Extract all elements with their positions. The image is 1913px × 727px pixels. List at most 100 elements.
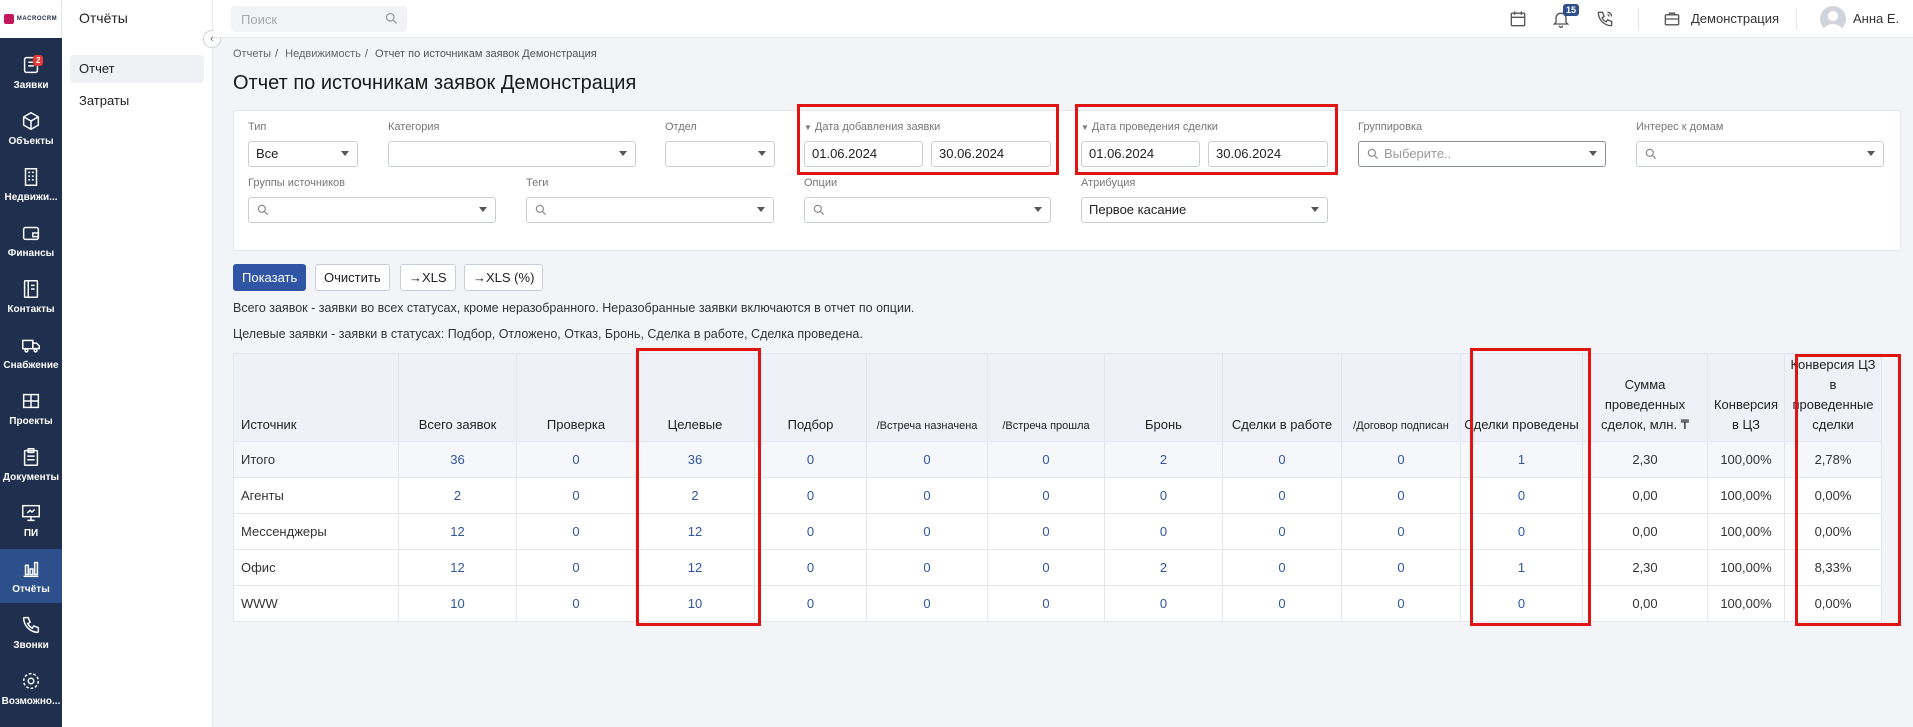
export-xls-button[interactable]: →XLS	[400, 264, 456, 291]
value-cell[interactable]: 2	[398, 477, 517, 514]
value-cell[interactable]: 0	[754, 513, 867, 550]
value-cell[interactable]: 0	[987, 549, 1105, 586]
rail-item-supply[interactable]: Снабжение	[0, 325, 62, 379]
col-meeting-done[interactable]: /Встреча прошла	[987, 353, 1105, 442]
value-cell[interactable]: 0	[866, 585, 988, 622]
company-selector[interactable]: Демонстрация	[1691, 11, 1779, 26]
value-cell[interactable]: 0	[754, 585, 867, 622]
value-cell[interactable]: 0	[754, 441, 867, 478]
rail-item-contacts[interactable]: Контакты	[0, 269, 62, 323]
options-select[interactable]	[804, 197, 1051, 223]
col-conversion-target[interactable]: Конверсия в ЦЗ	[1707, 353, 1785, 442]
value-cell[interactable]: 0	[866, 549, 988, 586]
subnav-item-costs[interactable]: Затраты	[70, 87, 204, 115]
value-cell: 100,00%	[1707, 549, 1785, 586]
rail-item-realty[interactable]: Недвижи...	[0, 157, 62, 211]
interest-select[interactable]	[1636, 141, 1884, 167]
col-contract-signed[interactable]: /Договор подписан	[1341, 353, 1461, 442]
category-select[interactable]	[388, 141, 636, 167]
rail-item-requests[interactable]: 2 Заявки	[0, 45, 62, 99]
col-total[interactable]: Всего заявок	[398, 353, 517, 442]
telephony-button[interactable]	[1595, 9, 1615, 29]
rail-item-finance[interactable]: Финансы	[0, 213, 62, 267]
rail-item-documents[interactable]: Документы	[0, 437, 62, 491]
type-select[interactable]: Все	[248, 141, 358, 167]
filter-label: Тип	[248, 121, 267, 133]
value-cell[interactable]: 0	[516, 477, 636, 514]
tags-select[interactable]	[526, 197, 774, 223]
table-row: Мессенджеры 12 0 12 0 0 0 0 0 0 0 0,00 100,00% 0,00%	[233, 513, 1882, 550]
value-cell[interactable]: 0	[516, 441, 636, 478]
rail-label: Заявки	[13, 79, 49, 91]
value-cell[interactable]: 0	[516, 513, 636, 550]
show-button[interactable]: Показать	[233, 264, 307, 291]
rail-item-objects[interactable]: Объекты	[0, 101, 62, 155]
rail-label: Снабжение	[3, 359, 59, 371]
value-cell[interactable]: 0	[987, 585, 1105, 622]
notifications-button[interactable]: 15	[1551, 4, 1580, 29]
department-select[interactable]	[665, 141, 775, 167]
source-groups-select[interactable]	[248, 197, 496, 223]
clear-button[interactable]: Очистить	[315, 264, 390, 291]
value-cell[interactable]: 0	[516, 549, 636, 586]
rail-item-pi[interactable]: ПИ	[0, 493, 62, 547]
value-cell[interactable]: 0	[866, 477, 988, 514]
value-cell[interactable]: 0	[1341, 585, 1461, 622]
value-cell[interactable]: 12	[398, 549, 517, 586]
user-name[interactable]: Анна Е.	[1853, 11, 1899, 26]
col-source[interactable]: Источник	[233, 353, 399, 442]
chart-icon	[23, 561, 39, 577]
value-cell[interactable]: 0	[866, 513, 988, 550]
col-check[interactable]: Проверка	[516, 353, 636, 442]
filter-tags: Теги	[526, 177, 548, 191]
calendar-button[interactable]	[1508, 9, 1528, 29]
value-cell[interactable]: 0	[987, 513, 1105, 550]
col-deals-in-progress[interactable]: Сделки в работе	[1222, 353, 1342, 442]
value-cell[interactable]: 0	[1222, 441, 1342, 478]
breadcrumb-item[interactable]: Недвижимость	[285, 48, 361, 60]
value-cell[interactable]: 0	[866, 441, 988, 478]
value-cell[interactable]: 0	[987, 477, 1105, 514]
value-cell[interactable]: 0	[1104, 585, 1223, 622]
divider	[1638, 8, 1639, 30]
value-cell[interactable]: 0	[1341, 513, 1461, 550]
col-meeting-scheduled[interactable]: /Встреча назначена	[866, 353, 988, 442]
value-cell[interactable]: 0	[1222, 549, 1342, 586]
table-row-total: Итого 36 0 36 0 0 0 2 0 0 1 2,30 100,00% 2,78%	[233, 441, 1882, 478]
rail-item-reports[interactable]: Отчёты	[0, 549, 62, 603]
app-logo[interactable]: MACROCRM	[0, 0, 62, 38]
rail-item-features[interactable]: Возможно...	[0, 661, 62, 715]
cube-icon	[22, 111, 40, 130]
value-cell[interactable]: 0	[516, 585, 636, 622]
truck-icon	[22, 339, 40, 353]
subnav-item-report[interactable]: Отчет	[70, 55, 204, 83]
value-cell[interactable]: 0	[754, 477, 867, 514]
rail-item-projects[interactable]: Проекты	[0, 381, 62, 435]
value-cell[interactable]: 0	[1222, 477, 1342, 514]
breadcrumb-item[interactable]: Отчеты	[233, 48, 271, 60]
value-cell[interactable]: 0	[987, 441, 1105, 478]
avatar[interactable]	[1820, 6, 1846, 32]
value-cell[interactable]: 0	[754, 549, 867, 586]
attribution-select[interactable]: Первое касание	[1081, 197, 1328, 223]
value-cell[interactable]: 0	[1222, 513, 1342, 550]
value-cell[interactable]: 0	[1341, 549, 1461, 586]
search-input[interactable]: Поиск	[231, 6, 407, 32]
value-cell[interactable]: 2	[1104, 441, 1223, 478]
phone-icon	[22, 616, 40, 633]
value-cell[interactable]: 10	[398, 585, 517, 622]
value-cell[interactable]: 0	[1341, 477, 1461, 514]
value-cell[interactable]: 0	[1104, 477, 1223, 514]
grouping-select[interactable]: Выберите..	[1358, 141, 1606, 167]
value-cell[interactable]: 12	[398, 513, 517, 550]
value-cell[interactable]: 0	[1341, 441, 1461, 478]
value-cell[interactable]: 36	[398, 441, 517, 478]
value-cell[interactable]: 2	[1104, 549, 1223, 586]
value-cell[interactable]: 0	[1104, 513, 1223, 550]
rail-item-calls[interactable]: Звонки	[0, 605, 62, 659]
value-cell[interactable]: 0	[1222, 585, 1342, 622]
col-booking[interactable]: Бронь	[1104, 353, 1223, 442]
export-xls-percent-button[interactable]: →XLS (%)	[464, 264, 544, 291]
col-deals-sum[interactable]: Сумма проведенных сделок, млн. ₸	[1582, 353, 1708, 442]
col-selection[interactable]: Подбор	[754, 353, 867, 442]
